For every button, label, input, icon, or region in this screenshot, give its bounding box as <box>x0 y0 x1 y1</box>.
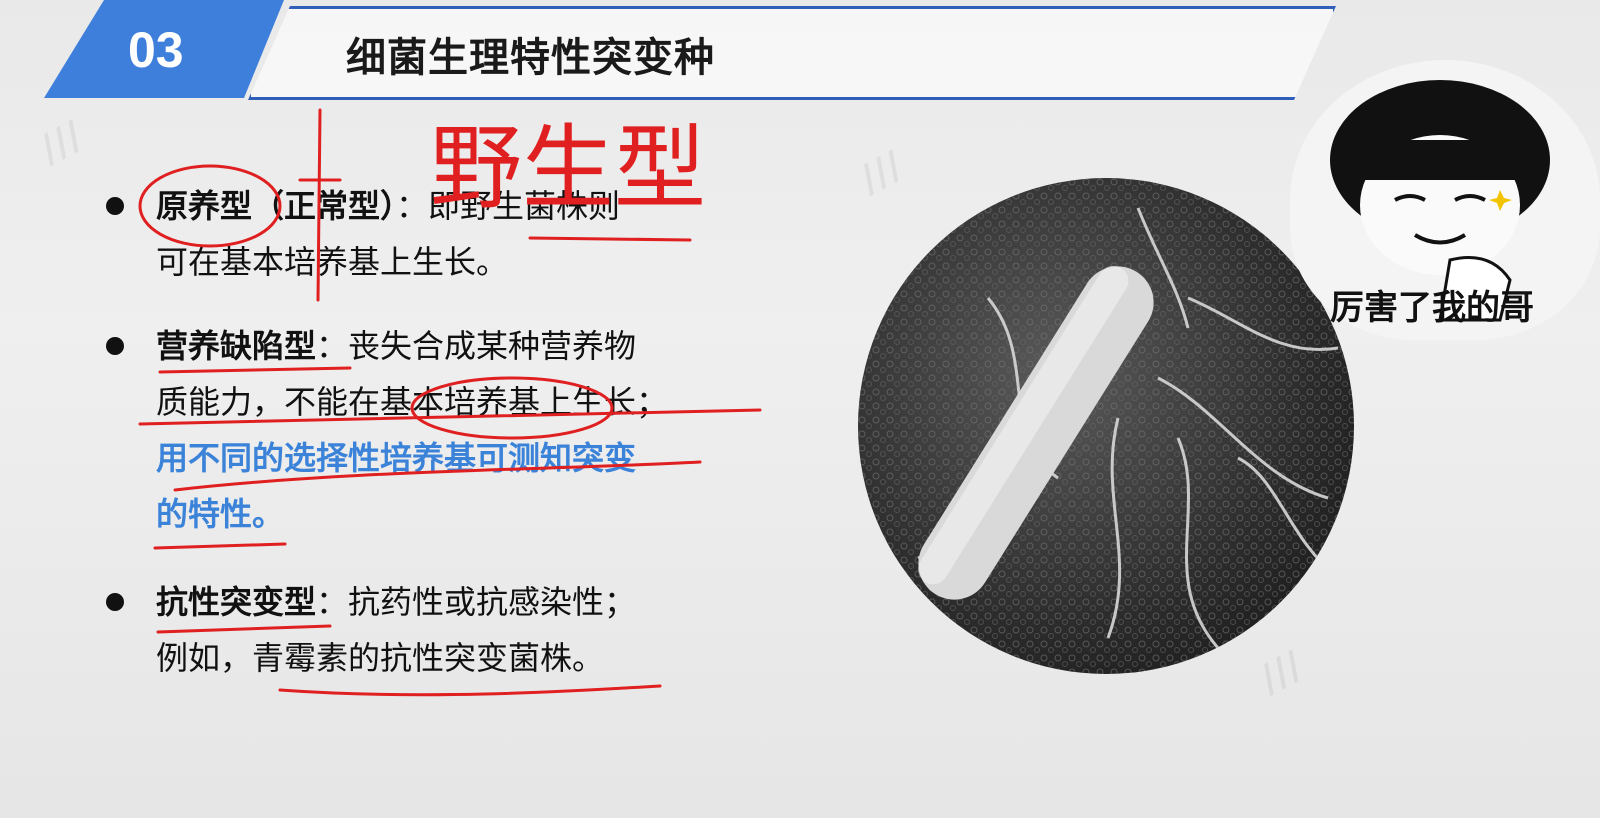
annotation-circle-medium <box>410 376 614 440</box>
annotation-underline <box>138 408 762 426</box>
annotation-underline <box>153 542 287 550</box>
annotation-underline <box>278 684 662 697</box>
annotation-circle-prototroph <box>138 164 282 248</box>
slide: /// /// /// 03 细菌生理特性突变种 原养型（正常型）：即野生菌株则… <box>0 0 1600 818</box>
annotation-underline <box>156 624 332 634</box>
annotation-underline <box>528 236 692 242</box>
handwritten-annotations: 野生型 <box>138 108 762 697</box>
annotation-underline <box>173 460 702 492</box>
annotation-stroke <box>316 108 322 302</box>
annotation-underline <box>158 366 352 374</box>
annotation-handwriting: 野生型 <box>430 115 706 222</box>
